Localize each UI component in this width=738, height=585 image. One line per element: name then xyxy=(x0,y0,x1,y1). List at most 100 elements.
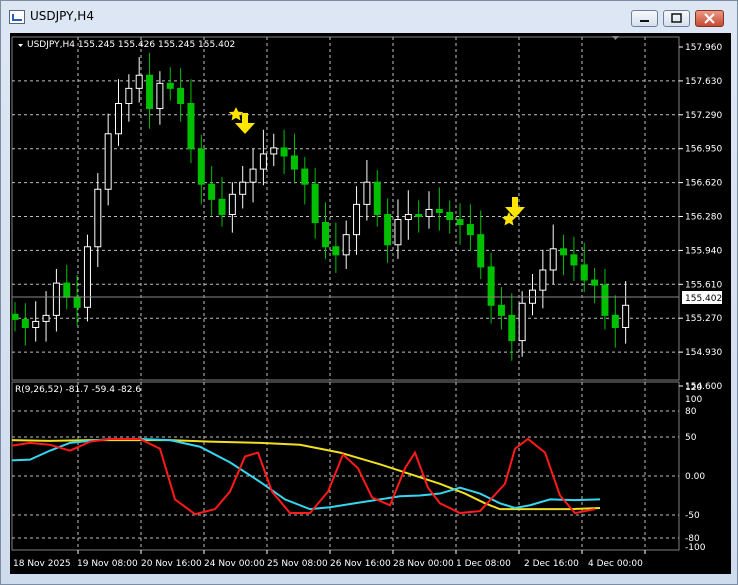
chart-window-icon xyxy=(9,10,25,24)
candle-bull xyxy=(52,282,60,316)
candle-bull xyxy=(32,320,40,328)
time-label: 26 Nov 16:00 xyxy=(330,559,391,569)
candle-bear xyxy=(311,183,319,224)
osc-line-yellow xyxy=(11,439,601,511)
candle-bull xyxy=(259,153,267,170)
candle-bull xyxy=(83,246,91,308)
time-label: 24 Nov 00:00 xyxy=(204,559,265,569)
indicator-panel-frame xyxy=(11,381,680,551)
candle-bear xyxy=(208,183,216,200)
candle-bull xyxy=(228,193,236,215)
candle-bull xyxy=(42,314,50,322)
candle-bear xyxy=(487,266,495,306)
price-label: 154.930 xyxy=(685,348,722,358)
price-label: 156.950 xyxy=(685,145,722,155)
candle-bear xyxy=(477,234,485,268)
candle-bull xyxy=(363,181,371,205)
chart-header: USDJPY,H4 155.245 155.426 155.245 155.40… xyxy=(27,40,235,50)
candle-bear xyxy=(332,246,340,256)
candle-bull xyxy=(342,234,350,256)
oscillator-lines xyxy=(11,437,601,516)
candle-bull xyxy=(249,168,257,183)
candle-bull xyxy=(539,269,547,291)
candle-bear xyxy=(497,304,505,316)
time-label: 28 Nov 00:00 xyxy=(393,559,454,569)
indicator-label: 120 xyxy=(685,383,702,393)
candle-bull xyxy=(353,203,361,236)
candle-bear xyxy=(63,282,71,298)
current-price-label: 155.402 xyxy=(685,294,722,304)
indicator-label: 0.00 xyxy=(685,472,705,482)
candle-bull xyxy=(156,82,164,110)
candle-bear xyxy=(446,211,454,221)
window-title: USDJPY,H4 xyxy=(30,9,94,23)
candle-bear xyxy=(280,147,288,157)
candle-bear xyxy=(146,74,154,110)
minimize-button[interactable] xyxy=(631,10,658,27)
candle-bear xyxy=(197,148,205,185)
price-label: 155.940 xyxy=(685,246,722,256)
osc-line-red xyxy=(11,437,596,516)
candle-bear xyxy=(415,213,423,218)
price-label: 155.270 xyxy=(685,314,722,324)
time-label: 19 Nov 08:00 xyxy=(77,559,138,569)
indicator-label: -100 xyxy=(685,543,706,553)
candle-bear xyxy=(601,284,609,316)
candle-bull xyxy=(518,302,526,342)
close-icon xyxy=(704,13,715,24)
candle-bear xyxy=(591,279,599,286)
candle-bear xyxy=(11,313,19,320)
time-label: 1 Dec 08:00 xyxy=(456,559,511,569)
indicator-label: 50 xyxy=(685,433,697,443)
candle-bear xyxy=(218,198,226,215)
candle-bull xyxy=(394,219,402,246)
candle-bull xyxy=(239,181,247,195)
maximize-button[interactable] xyxy=(663,10,690,27)
candle-bull xyxy=(549,248,557,271)
candle-bull xyxy=(425,208,433,217)
time-label: 20 Nov 16:00 xyxy=(141,559,202,569)
scroll-marker-icon[interactable] xyxy=(612,36,619,40)
osc-line-cyan xyxy=(11,437,601,511)
candle-bull xyxy=(622,304,630,328)
candle-bear xyxy=(301,168,309,185)
price-label: 156.280 xyxy=(685,213,722,223)
chart-menu-icon[interactable] xyxy=(18,44,23,47)
indicator-label: 80 xyxy=(685,407,697,417)
candle-bear xyxy=(187,103,195,150)
candle-bear xyxy=(456,219,464,226)
candle-bear xyxy=(570,254,578,266)
candle-bull xyxy=(404,213,412,221)
star-icon xyxy=(228,107,244,121)
time-axis: 18 Nov 2025 19 Nov 08:00 20 Nov 16:00 24 No… xyxy=(13,550,646,569)
time-label: 18 Nov 2025 xyxy=(13,559,71,569)
candle-bear xyxy=(177,87,185,104)
candle-bull xyxy=(94,188,102,248)
candle-bull xyxy=(270,147,278,155)
indicator-label: -50 xyxy=(685,511,700,521)
candle-bear xyxy=(435,208,443,213)
time-label: 2 Dec 16:00 xyxy=(524,559,579,569)
close-button[interactable] xyxy=(695,10,724,27)
candle-bear xyxy=(373,181,381,215)
titlebar[interactable]: USDJPY,H4 xyxy=(1,1,737,31)
price-label: 157.290 xyxy=(685,111,722,121)
candles xyxy=(11,53,630,361)
price-label: 157.960 xyxy=(685,43,722,53)
chart-area[interactable]: 157.960 157.630 157.290 156.950 156.620 156.2… xyxy=(10,33,731,574)
main-panel-frame xyxy=(11,36,680,381)
candle-bear xyxy=(166,82,174,89)
candle-bull xyxy=(135,74,143,89)
sell-signal-1 xyxy=(228,107,255,134)
candle-bear xyxy=(611,314,619,328)
candle-bear xyxy=(384,213,392,246)
price-label: 155.610 xyxy=(685,280,722,290)
price-label: 157.630 xyxy=(685,77,722,87)
candle-bull xyxy=(115,103,122,135)
candle-bear xyxy=(322,222,329,248)
sell-signal-2 xyxy=(501,197,525,226)
candle-bear xyxy=(508,314,516,342)
price-label: 156.620 xyxy=(685,179,722,189)
maximize-icon xyxy=(671,13,682,23)
indicator-header: R(9,26,52) -81.7 -59.4 -82.6 xyxy=(15,385,141,395)
